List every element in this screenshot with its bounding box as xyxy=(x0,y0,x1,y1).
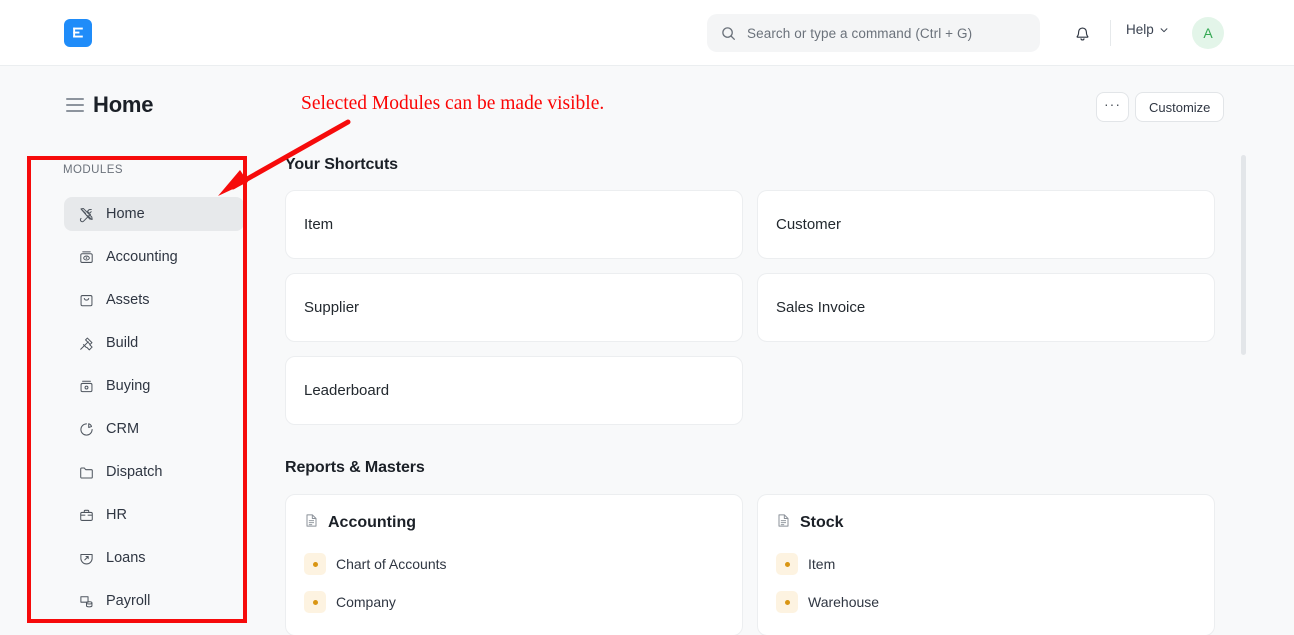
top-navbar: Search or type a command (Ctrl + G) Help… xyxy=(0,0,1294,66)
sidebar-item-label: Loans xyxy=(106,550,146,566)
customize-label: Customize xyxy=(1149,99,1211,115)
sidebar-item-assets[interactable]: Assets xyxy=(64,283,244,317)
workspace-content: Your Shortcuts Item Customer Supplier Sa… xyxy=(285,140,1245,635)
module-list: Home Accounting Assets Build Buying CRM … xyxy=(64,197,244,627)
shortcut-label: Customer xyxy=(776,216,842,233)
reports-masters-grid: Accounting Chart of Accounts Company Sto… xyxy=(285,494,1245,635)
sidebar-item-label: Build xyxy=(106,335,139,351)
sidebar-item-label: Home xyxy=(106,206,145,222)
avatar-initial: A xyxy=(1203,25,1213,41)
shopping-bag-icon xyxy=(78,292,95,309)
report-link[interactable]: Company xyxy=(304,587,724,617)
shortcut-card[interactable]: Customer xyxy=(757,190,1215,259)
modules-sidebar: MODULES Home Accounting Assets Build Buy… xyxy=(30,140,244,635)
sidebar-item-crm[interactable]: CRM xyxy=(64,412,244,446)
ledger-eye-icon xyxy=(78,249,95,266)
avatar[interactable]: A xyxy=(1192,17,1224,49)
page-title: Home xyxy=(93,92,154,117)
sidebar-item-dispatch[interactable]: Dispatch xyxy=(64,455,244,489)
payroll-icon xyxy=(78,593,95,610)
shortcut-card[interactable]: Leaderboard xyxy=(285,356,743,425)
shortcuts-section-title: Your Shortcuts xyxy=(285,156,398,173)
erpnext-logo-icon[interactable] xyxy=(64,19,92,47)
sidebar-item-accounting[interactable]: Accounting xyxy=(64,240,244,274)
cart-box-icon xyxy=(78,378,95,395)
shortcut-card[interactable]: Item xyxy=(285,190,743,259)
pie-chart-icon xyxy=(78,421,95,438)
sidebar-item-buying[interactable]: Buying xyxy=(64,369,244,403)
navbar-divider xyxy=(1110,20,1111,46)
app-root: Search or type a command (Ctrl + G) Help… xyxy=(0,0,1294,635)
sidebar-item-label: Accounting xyxy=(106,249,178,265)
loan-icon xyxy=(78,550,95,567)
search-placeholder: Search or type a command (Ctrl + G) xyxy=(747,25,973,41)
shortcut-label: Leaderboard xyxy=(304,382,390,399)
vertical-scrollbar[interactable] xyxy=(1241,155,1246,355)
document-icon xyxy=(776,513,791,533)
hammer-icon xyxy=(78,335,95,352)
bullet-icon xyxy=(776,591,798,613)
bell-icon xyxy=(1076,26,1088,40)
shortcuts-grid: Item Customer Supplier Sales Invoice Lea… xyxy=(285,190,1245,425)
shortcut-label: Supplier xyxy=(304,299,360,316)
search-icon xyxy=(722,26,735,40)
sidebar-item-loans[interactable]: Loans xyxy=(64,541,244,575)
sidebar-item-label: Assets xyxy=(106,292,150,308)
sidebar-section-label: MODULES xyxy=(63,164,124,176)
shortcut-label: Sales Invoice xyxy=(776,299,866,316)
report-link[interactable]: Item xyxy=(776,549,1196,579)
report-link[interactable]: Warehouse xyxy=(776,587,1196,617)
sidebar-item-label: CRM xyxy=(106,421,140,437)
report-link-label: Chart of Accounts xyxy=(336,556,447,572)
sidebar-item-payroll[interactable]: Payroll xyxy=(64,584,244,618)
annotation-text: Selected Modules can be made visible. xyxy=(301,93,605,114)
sidebar-item-hr[interactable]: HR xyxy=(64,498,244,532)
card-header: Stock xyxy=(776,513,1196,533)
search-input[interactable]: Search or type a command (Ctrl + G) xyxy=(707,14,1040,52)
help-menu-button[interactable]: Help xyxy=(1126,22,1169,37)
sidebar-item-label: Buying xyxy=(106,378,151,394)
help-label: Help xyxy=(1126,22,1154,37)
bullet-icon xyxy=(304,591,326,613)
more-options-button[interactable]: ··· xyxy=(1096,92,1129,122)
reports-masters-section-title: Reports & Masters xyxy=(285,459,425,476)
report-link-label: Item xyxy=(808,556,836,572)
tools-icon xyxy=(78,206,95,223)
sidebar-item-label: Dispatch xyxy=(106,464,163,480)
sidebar-item-build[interactable]: Build xyxy=(64,326,244,360)
notifications-button[interactable] xyxy=(1068,20,1096,48)
reports-card-accounting: Accounting Chart of Accounts Company xyxy=(285,494,743,635)
reports-card-stock: Stock Item Warehouse xyxy=(757,494,1215,635)
report-link-label: Warehouse xyxy=(808,594,880,610)
document-icon xyxy=(304,513,319,533)
shortcut-label: Item xyxy=(304,216,334,233)
briefcase-icon xyxy=(78,507,95,524)
sidebar-item-label: HR xyxy=(106,507,127,523)
bullet-icon xyxy=(776,553,798,575)
customize-button[interactable]: Customize xyxy=(1135,92,1225,122)
report-link-label: Company xyxy=(336,594,396,610)
card-header: Accounting xyxy=(304,513,724,533)
shortcut-card[interactable]: Supplier xyxy=(285,273,743,342)
chevron-down-icon xyxy=(1160,27,1168,32)
page-body: MODULES Home Accounting Assets Build Buy… xyxy=(0,140,1294,635)
bullet-icon xyxy=(304,553,326,575)
sidebar-item-label: Payroll xyxy=(106,593,151,609)
report-link[interactable]: Chart of Accounts xyxy=(304,549,724,579)
card-title: Accounting xyxy=(328,514,416,531)
sidebar-item-home[interactable]: Home xyxy=(64,197,244,231)
folder-icon xyxy=(78,464,95,481)
ellipsis-icon: ··· xyxy=(1104,96,1121,112)
hamburger-menu-icon[interactable] xyxy=(66,98,84,112)
card-title: Stock xyxy=(800,514,844,531)
shortcut-card[interactable]: Sales Invoice xyxy=(757,273,1215,342)
